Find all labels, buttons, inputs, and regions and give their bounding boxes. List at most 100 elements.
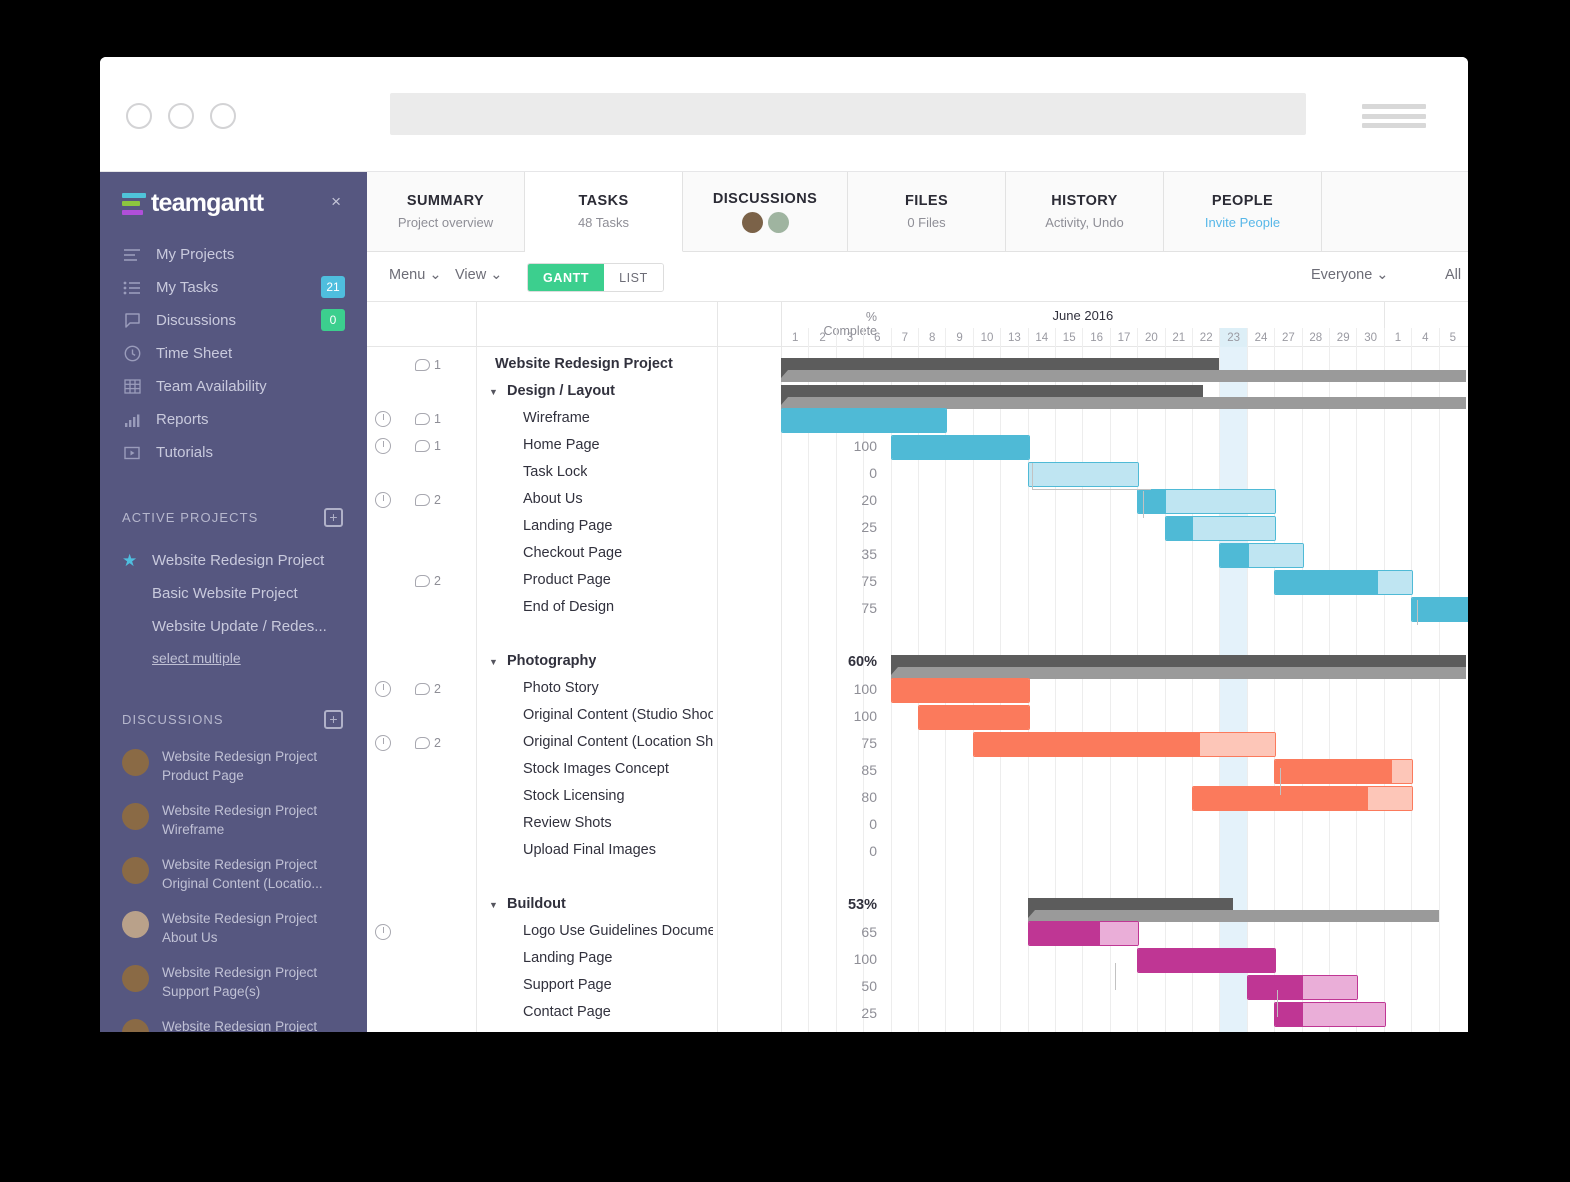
clock-icon[interactable] xyxy=(375,924,391,940)
task-bar[interactable] xyxy=(1137,948,1277,973)
task-name[interactable]: Buildout xyxy=(507,896,566,912)
percent-complete-value[interactable]: 75 xyxy=(813,600,877,616)
percent-complete-value[interactable]: 65 xyxy=(813,924,877,940)
task-name[interactable]: Photography xyxy=(507,653,596,669)
task-bar[interactable] xyxy=(1192,786,1414,811)
percent-complete-value[interactable]: 100 xyxy=(813,681,877,697)
table-row[interactable]: Contact Page 25 xyxy=(367,1000,1468,1027)
task-name[interactable]: Stock Images Concept xyxy=(523,761,669,777)
table-row[interactable]: ▼ Buildout 53% xyxy=(367,892,1468,922)
task-name[interactable]: Landing Page xyxy=(523,950,613,966)
group-bar[interactable] xyxy=(1027,898,1439,922)
clock-icon[interactable] xyxy=(375,492,391,508)
percent-complete-value[interactable]: 53% xyxy=(813,897,877,913)
percent-complete-value[interactable]: 0 xyxy=(813,816,877,832)
task-name[interactable]: Stock Licensing xyxy=(523,788,625,804)
sidebar-item-reports[interactable]: Reports xyxy=(100,403,367,436)
group-bar[interactable] xyxy=(890,655,1466,679)
chevron-down-icon[interactable]: ▼ xyxy=(489,900,498,910)
sidebar-close-icon[interactable]: × xyxy=(331,192,341,212)
task-name[interactable]: Task Lock xyxy=(523,464,587,480)
sidebar-item-time-sheet[interactable]: Time Sheet xyxy=(100,337,367,370)
table-row[interactable]: 1Wireframe100 xyxy=(367,406,1468,433)
tab-tasks[interactable]: TASKS 48 Tasks xyxy=(525,172,683,252)
table-row[interactable]: Checkout Page 35 xyxy=(367,541,1468,568)
add-discussion-button[interactable]: + xyxy=(324,710,343,729)
minimize-button[interactable] xyxy=(126,103,152,129)
percent-complete-value[interactable]: 75 xyxy=(813,735,877,751)
table-row[interactable]: 2 Photo Story 100 xyxy=(367,676,1468,703)
task-name[interactable]: Support Page xyxy=(523,977,612,993)
table-row[interactable]: 1Website Redesign Project48% xyxy=(367,352,1468,382)
comment-count[interactable]: 2 xyxy=(415,682,441,696)
percent-complete-value[interactable]: 80 xyxy=(813,789,877,805)
comment-count[interactable]: 2 xyxy=(415,493,441,507)
group-bar[interactable] xyxy=(781,358,1466,382)
task-name[interactable]: Checkout Page xyxy=(523,545,622,561)
task-name[interactable]: Photo Story xyxy=(523,680,599,696)
tab-list[interactable]: LIST xyxy=(604,264,663,291)
percent-complete-value[interactable]: 75 xyxy=(813,573,877,589)
sidebar-item-discussions[interactable]: Discussions 0 xyxy=(100,304,367,337)
project-list-item[interactable]: Website Redesign Project xyxy=(152,552,324,569)
clock-icon[interactable] xyxy=(375,735,391,751)
discussion-list-item[interactable]: Website Redesign Project About Us xyxy=(122,909,352,947)
table-row[interactable]: Review Shots 0 xyxy=(367,811,1468,838)
view-dropdown[interactable]: View ⌄ xyxy=(455,267,502,283)
table-row[interactable]: End of Design 75 xyxy=(367,595,1468,622)
tab-subtitle[interactable]: Invite People xyxy=(1205,215,1280,230)
percent-complete-value[interactable]: 60% xyxy=(813,654,877,670)
discussion-list-item[interactable]: Website Redesign Project Support Page(s) xyxy=(122,963,352,1001)
comment-count[interactable]: 1 xyxy=(415,439,441,453)
task-name[interactable]: Landing Page xyxy=(523,518,613,534)
table-row[interactable]: Original Content (Studio Shoot) 100 xyxy=(367,703,1468,730)
task-name[interactable]: Wireframe xyxy=(523,410,590,426)
tab-summary[interactable]: SUMMARY Project overview xyxy=(367,172,525,251)
discussion-list-item[interactable]: Website Redesign Project xyxy=(122,1017,352,1032)
task-name[interactable]: Upload Final Images xyxy=(523,842,656,858)
percent-complete-value[interactable]: 100 xyxy=(813,951,877,967)
window-controls[interactable] xyxy=(126,103,236,129)
add-project-button[interactable]: + xyxy=(324,508,343,527)
sidebar-item-my-tasks[interactable]: My Tasks 21 xyxy=(100,271,367,304)
comment-count[interactable]: 1 xyxy=(415,358,441,372)
task-name[interactable]: About Us xyxy=(523,491,583,507)
comment-count[interactable]: 1 xyxy=(415,412,441,426)
task-bar[interactable] xyxy=(1274,1002,1386,1027)
task-name[interactable]: Home Page xyxy=(523,437,600,453)
table-row[interactable]: 2 Product Page 75 xyxy=(367,568,1468,595)
group-bar[interactable] xyxy=(781,385,1466,409)
task-bar[interactable] xyxy=(890,435,1030,460)
table-row[interactable]: Support Page 50 xyxy=(367,973,1468,1000)
discussion-list-item[interactable]: Website Redesign Project Product Page xyxy=(122,747,352,785)
tab-history[interactable]: HISTORY Activity, Undo xyxy=(1006,172,1164,251)
table-row[interactable]: ▼Design / Layout59% xyxy=(367,379,1468,409)
table-row[interactable]: Landing Page 100 xyxy=(367,946,1468,973)
comment-count[interactable]: 2 xyxy=(415,736,441,750)
task-bar[interactable] xyxy=(972,732,1277,757)
task-name[interactable]: Design / Layout xyxy=(507,383,615,399)
table-row[interactable]: ▼ Photography 60% xyxy=(367,649,1468,679)
sidebar-item-my-projects[interactable]: My Projects xyxy=(100,238,367,271)
brand-logo[interactable]: teamgantt xyxy=(122,189,264,218)
close-button[interactable] xyxy=(210,103,236,129)
percent-complete-value[interactable]: 20 xyxy=(813,492,877,508)
table-row[interactable]: 2 Original Content (Location Sh... 75 xyxy=(367,730,1468,757)
task-name[interactable]: Product Page xyxy=(523,572,611,588)
task-bar[interactable] xyxy=(918,705,1030,730)
project-list-item[interactable]: Website Update / Redes... xyxy=(152,618,327,635)
discussion-list-item[interactable]: Website Redesign Project Original Content… xyxy=(122,855,352,893)
task-name[interactable]: Original Content (Location Sh... xyxy=(523,734,713,750)
percent-complete-value[interactable]: 35 xyxy=(813,546,877,562)
task-bar[interactable] xyxy=(1246,975,1359,1000)
task-bar[interactable] xyxy=(1411,597,1468,622)
task-bar[interactable] xyxy=(890,678,1030,703)
task-bar[interactable] xyxy=(1274,570,1414,595)
task-name[interactable]: End of Design xyxy=(523,599,614,615)
percent-complete-value[interactable]: 25 xyxy=(813,519,877,535)
task-name[interactable]: Logo Use Guidelines Docume... xyxy=(523,923,713,939)
table-row[interactable]: 2 About Us 20 xyxy=(367,487,1468,514)
table-row[interactable]: Upload Final Images 0 xyxy=(367,838,1468,865)
percent-complete-value[interactable]: 0 xyxy=(813,465,877,481)
hamburger-menu-icon[interactable] xyxy=(1362,104,1426,128)
